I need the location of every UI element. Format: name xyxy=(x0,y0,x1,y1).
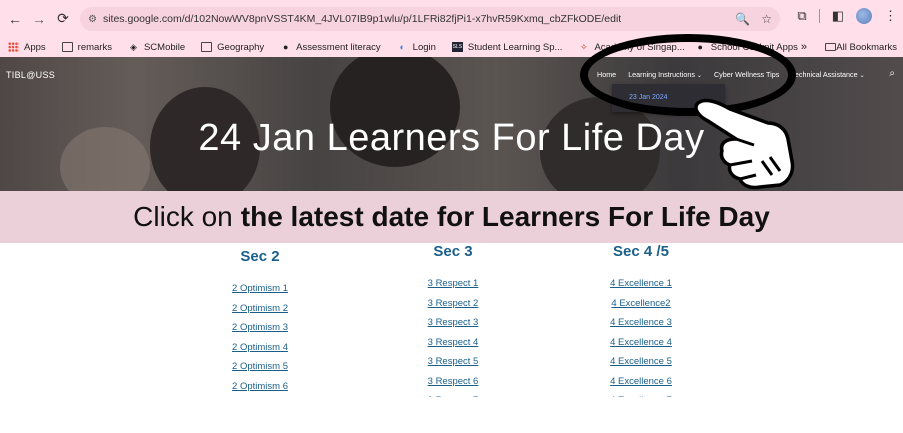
class-link[interactable]: 3 Respect 5 xyxy=(413,352,493,372)
bookmark-label: SCMobile xyxy=(143,41,186,53)
zoom-icon[interactable]: 🔍 xyxy=(735,12,750,26)
class-link[interactable]: 4 Excellence 1 xyxy=(601,274,681,294)
class-link[interactable]: 4 Excellence2 xyxy=(601,294,681,314)
class-link[interactable]: 2 Optimism 4 xyxy=(220,338,300,358)
class-link[interactable]: 4 Excellence 4 xyxy=(601,333,681,353)
bookmark-apps[interactable]: Apps xyxy=(8,42,46,53)
browser-toolbar: ← → ⟳ ⚙ sites.google.com/d/102NowWV8pnVS… xyxy=(0,0,903,37)
class-link[interactable]: 2 Optimism 3 xyxy=(220,318,300,338)
page-cutoff xyxy=(0,397,903,433)
login-icon: ◐ xyxy=(399,42,405,52)
bookmark-sls[interactable]: SLS Student Learning Sp... xyxy=(451,41,563,53)
class-link[interactable]: 2 Optimism 1 xyxy=(220,279,300,299)
toolbar-divider xyxy=(818,9,820,23)
bookmark-label: Student Learning Sp... xyxy=(467,41,563,53)
class-link[interactable]: 3 Respect 4 xyxy=(413,333,493,353)
class-link[interactable]: 3 Respect 3 xyxy=(413,313,493,333)
nav-label: Technical Assistance xyxy=(791,70,858,79)
reload-icon[interactable]: ⟳ xyxy=(54,10,72,28)
bookmark-label: remarks xyxy=(77,41,112,53)
instruction-banner: Click on the latest date for Learners Fo… xyxy=(0,191,903,243)
bookmark-star-icon[interactable]: ☆ xyxy=(761,12,772,26)
forward-icon[interactable]: → xyxy=(30,10,48,28)
diamond-icon: ◈ xyxy=(130,41,137,52)
class-link[interactable]: 4 Excellence 3 xyxy=(601,313,681,333)
instruction-prefix: Click on xyxy=(133,201,233,232)
bookmark-assessment[interactable]: ● Assessment literacy xyxy=(280,41,381,53)
back-icon[interactable]: ← xyxy=(6,10,24,28)
column-sec3: Sec 3 3 Respect 1 3 Respect 2 3 Respect … xyxy=(413,243,493,411)
folder-icon xyxy=(61,42,73,52)
column-sec45: Sec 4 /5 4 Excellence 1 4 Excellence2 4 … xyxy=(601,243,681,411)
class-link[interactable]: 3 Respect 1 xyxy=(413,274,493,294)
bookmark-label: Assessment literacy xyxy=(296,41,381,53)
column-heading: Sec 2 xyxy=(240,248,280,265)
class-link[interactable]: 3 Respect 6 xyxy=(413,372,493,392)
chevron-down-icon: ⌄ xyxy=(859,73,865,79)
column-sec2: Sec 2 2 Optimism 1 2 Optimism 2 2 Optimi… xyxy=(220,248,300,396)
class-link[interactable]: 3 Respect 2 xyxy=(413,294,493,314)
bookmark-label: Login xyxy=(412,41,436,53)
class-link[interactable]: 2 Optimism 6 xyxy=(220,377,300,397)
all-bookmarks-button[interactable]: All Bookmarks xyxy=(825,42,897,53)
folder-icon xyxy=(201,42,213,52)
site-name[interactable]: TIBL@USS xyxy=(6,70,55,80)
site-info-icon[interactable]: ⚙ xyxy=(88,14,97,25)
bookmark-label: Apps xyxy=(24,41,46,53)
address-bar[interactable]: ⚙ sites.google.com/d/102NowWV8pnVSST4KM_… xyxy=(80,7,780,31)
bookmark-label: Geography xyxy=(217,41,265,53)
menu-icon[interactable]: ⋮ xyxy=(884,8,897,24)
column-heading: Sec 3 xyxy=(433,243,473,260)
profile-avatar[interactable] xyxy=(856,8,872,24)
apps-grid-icon xyxy=(8,42,19,52)
bookmark-remarks[interactable]: remarks xyxy=(61,41,112,53)
class-link[interactable]: 2 Optimism 5 xyxy=(220,357,300,377)
side-panel-icon[interactable]: ◧ xyxy=(832,8,844,24)
bookmark-geography[interactable]: Geography xyxy=(201,42,264,53)
instruction-emphasis: the latest date for Learners For Life Da… xyxy=(240,201,770,232)
pointing-hand-icon xyxy=(694,98,795,190)
browser-actions: ⧉ ◧ ⋮ xyxy=(797,8,897,24)
bookmark-scmobile[interactable]: ◈ SCMobile xyxy=(128,42,185,53)
bookmark-login[interactable]: ◐ Login xyxy=(397,41,436,53)
class-link[interactable]: 4 Excellence 5 xyxy=(601,352,681,372)
column-heading: Sec 4 /5 xyxy=(613,243,669,260)
search-icon[interactable]: ⌕ xyxy=(889,68,895,79)
globe-icon: ● xyxy=(282,42,289,52)
class-link[interactable]: 4 Excellence 6 xyxy=(601,372,681,392)
extensions-icon[interactable]: ⧉ xyxy=(797,8,806,24)
folder-icon xyxy=(825,43,837,51)
sls-icon: SLS xyxy=(451,42,463,52)
academy-icon: ✧ xyxy=(580,41,588,52)
nav-technical-assistance[interactable]: Technical Assistance ⌄ xyxy=(791,70,864,79)
class-link[interactable]: 2 Optimism 2 xyxy=(220,299,300,319)
bookmarks-overflow-button[interactable]: » xyxy=(801,41,807,53)
url-text: sites.google.com/d/102NowWV8pnVSST4KM_4J… xyxy=(102,13,622,25)
all-bookmarks-label: All Bookmarks xyxy=(836,41,897,53)
